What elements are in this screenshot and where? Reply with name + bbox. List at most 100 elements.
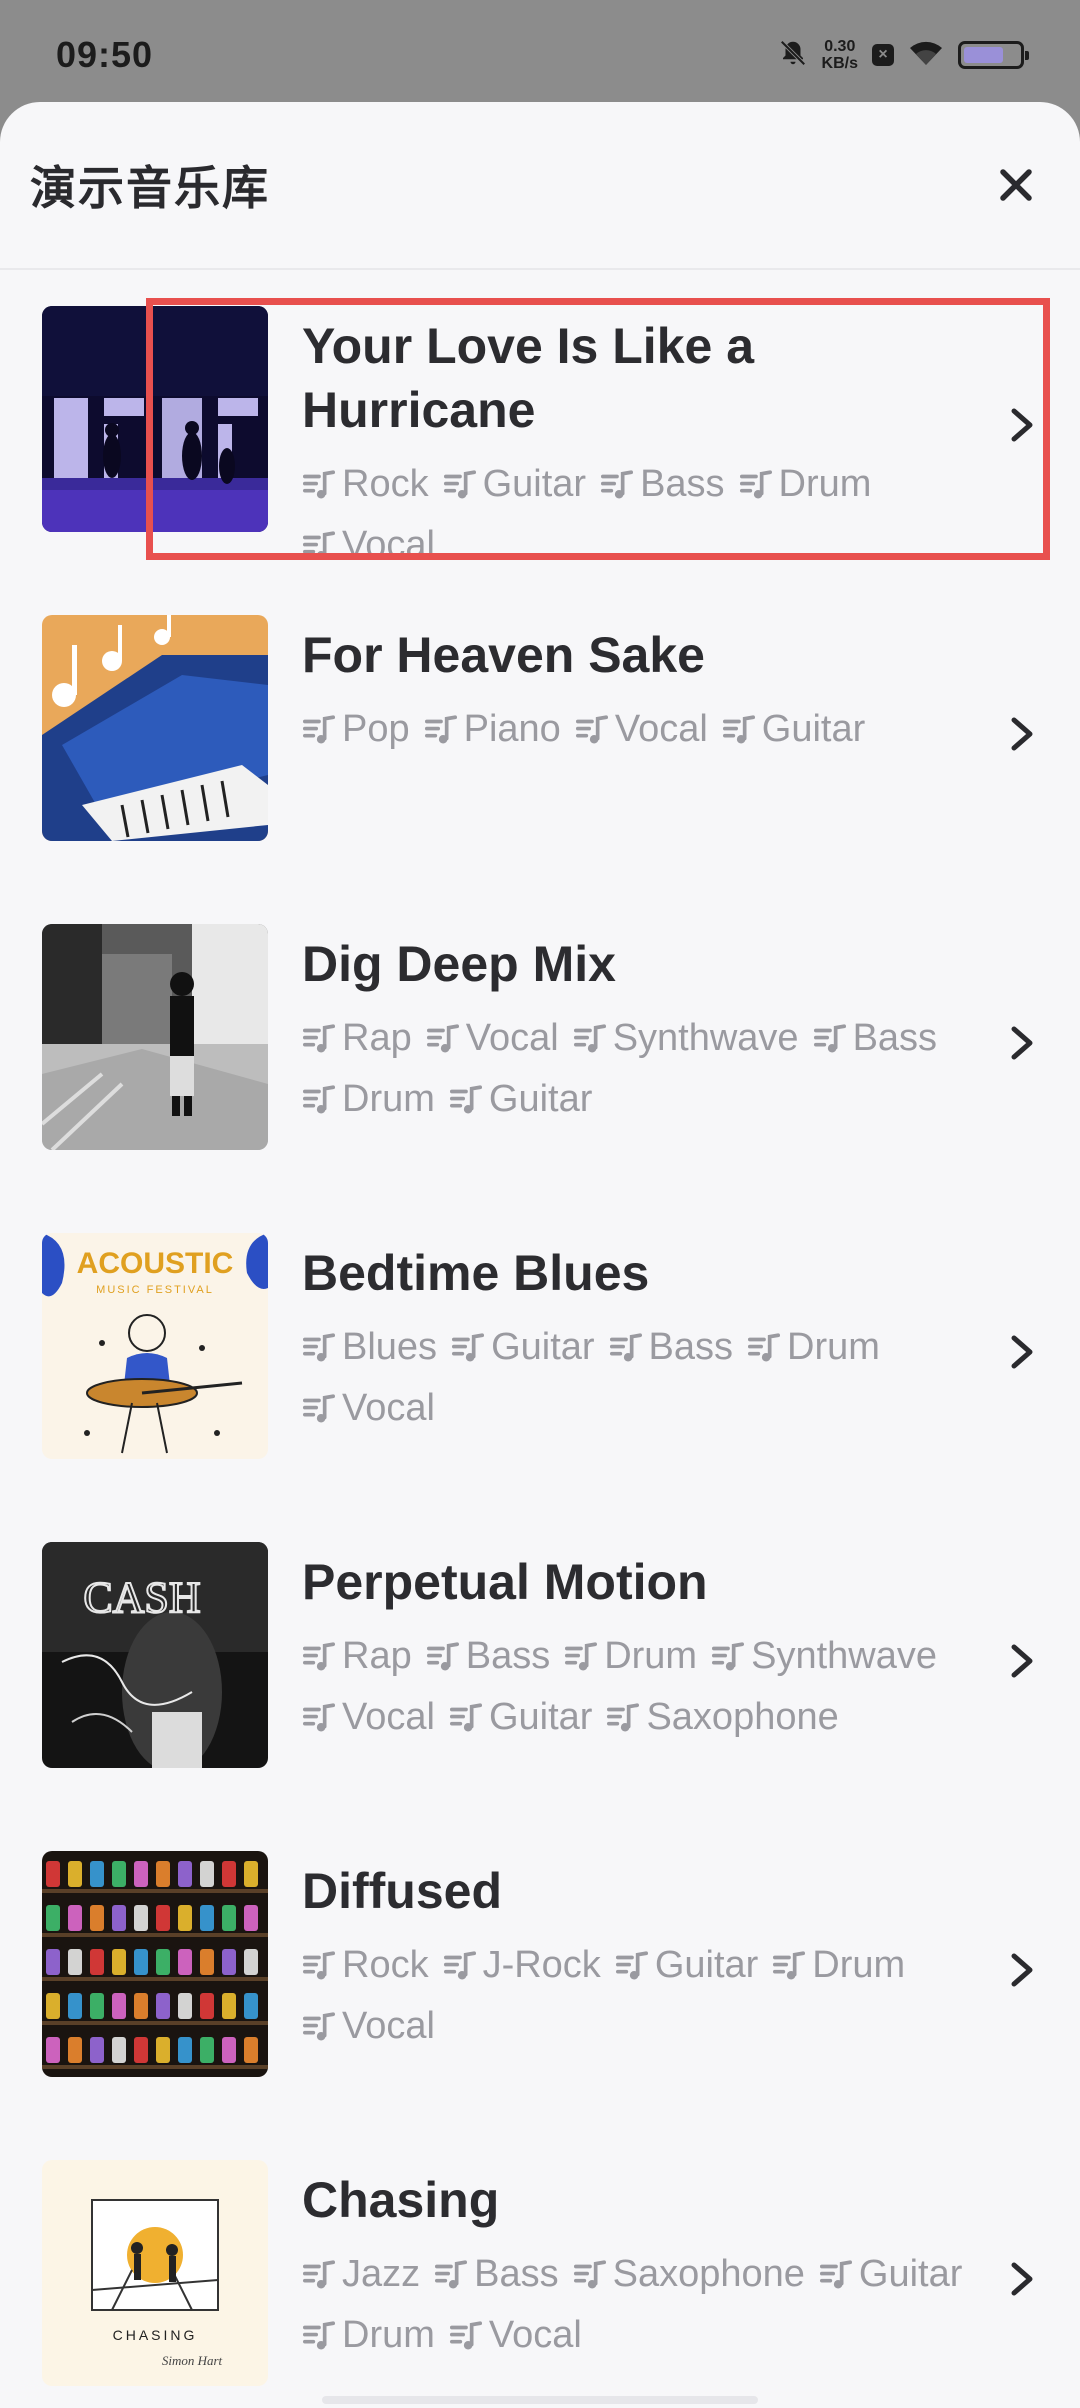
song-tag-label: Drum (778, 463, 872, 505)
song-title: Perpetual Motion (302, 1554, 708, 1610)
music-note-list-icon (573, 1022, 613, 1056)
song-list-item[interactable]: For Heaven Sake Pop Piano Vocal Guitar (0, 579, 1080, 888)
song-list-item[interactable]: CASH Perpetual Motion Rap Bass Drum Synthwav… (0, 1506, 1080, 1815)
song-tags: Rap Bass Drum Synthwave Vocal Guitar Saxophone (302, 1626, 982, 1748)
music-note-list-icon (302, 713, 342, 747)
song-list-item[interactable]: Dig Deep Mix Rap Vocal Synthwave Bass Drum Gui… (0, 888, 1080, 1197)
song-list-item[interactable]: Your Love Is Like a Hurricane Rock Guitar B… (0, 270, 1080, 579)
svg-text:MUSIC FESTIVAL: MUSIC FESTIVAL (96, 1284, 214, 1296)
song-tag-label: Vocal (342, 2005, 435, 2047)
song-cover-image (42, 924, 268, 1150)
music-note-list-icon (600, 468, 640, 502)
song-title: Dig Deep Mix (302, 936, 616, 992)
song-tag-label: Bass (852, 1017, 938, 1059)
song-tag-label: Pop (342, 708, 410, 750)
music-note-list-icon (302, 1022, 342, 1056)
svg-text:CASH: CASH (83, 1573, 200, 1622)
song-tag-label: Vocal (488, 2314, 582, 2356)
chevron-right-icon[interactable] (1002, 1950, 1042, 1990)
wifi-icon (908, 39, 944, 72)
song-tag: Rock (302, 454, 429, 515)
song-info: For Heaven Sake Pop Piano Vocal Guitar (302, 615, 982, 760)
music-note-list-icon (451, 1331, 491, 1365)
song-tag: Guitar (819, 2244, 962, 2305)
music-note-list-icon (426, 1640, 466, 1674)
song-tag-label: Jazz (342, 2253, 421, 2295)
song-tag: Guitar (451, 1317, 595, 1378)
song-list-item[interactable]: ACOUSTIC MUSIC FESTIVAL Bedtime Blues Blu… (0, 1197, 1080, 1506)
music-note-list-icon (772, 1949, 812, 1983)
song-cover-image (42, 615, 268, 841)
svg-text:Simon Hart: Simon Hart (162, 2353, 223, 2368)
song-tag: Drum (302, 1069, 435, 1130)
music-note-list-icon (302, 2319, 342, 2353)
status-bar: 09:50 0.30 KB/s × (0, 0, 1080, 110)
close-button[interactable] (986, 155, 1046, 215)
status-icons: 0.30 KB/s × (778, 38, 1029, 73)
song-tag: Pop (302, 699, 410, 760)
song-tag-label: Drum (342, 1078, 435, 1120)
chevron-right-icon[interactable] (1002, 714, 1042, 754)
music-note-list-icon (606, 1701, 646, 1735)
song-tag: Vocal (302, 1996, 435, 2057)
song-tag-label: Synthwave (612, 1017, 799, 1059)
chevron-right-icon[interactable] (1002, 1641, 1042, 1681)
song-tag: Guitar (443, 454, 586, 515)
song-title: Chasing (302, 2172, 500, 2228)
music-note-list-icon (302, 2010, 342, 2044)
song-tag: Guitar (449, 1687, 592, 1748)
song-tag-label: Guitar (488, 1078, 593, 1120)
song-tag-label: Rock (342, 463, 429, 505)
song-list: Your Love Is Like a Hurricane Rock Guitar B… (0, 270, 1080, 2408)
music-note-list-icon (615, 1949, 655, 1983)
chevron-right-icon[interactable] (1002, 405, 1042, 445)
music-note-list-icon (302, 1949, 342, 1983)
song-tag: Rock (302, 1935, 429, 1996)
song-tag: Saxophone (606, 1687, 839, 1748)
sheet-header: 演示音乐库 (0, 102, 1080, 270)
song-tag: Synthwave (711, 1626, 937, 1687)
song-title: Diffused (302, 1863, 502, 1919)
chevron-right-icon[interactable] (1002, 1332, 1042, 1372)
music-note-list-icon (426, 1022, 466, 1056)
song-tag: Vocal (302, 1687, 435, 1748)
music-note-list-icon (302, 1392, 342, 1426)
home-indicator[interactable] (322, 2396, 758, 2404)
song-tag-label: Guitar (858, 2253, 963, 2295)
close-icon (1000, 169, 1032, 201)
chevron-right-icon[interactable] (1002, 1023, 1042, 1063)
music-note-list-icon (449, 2319, 489, 2353)
song-tag-label: Drum (812, 1944, 906, 1986)
music-note-list-icon (449, 1083, 489, 1117)
music-note-list-icon (302, 2258, 342, 2292)
song-tag: Synthwave (573, 1008, 799, 1069)
music-note-list-icon (813, 1022, 853, 1056)
song-info: Diffused Rock J-Rock Guitar Drum Vocal (302, 1851, 982, 2057)
song-tag: Piano (424, 699, 561, 760)
song-tag: Bass (609, 1317, 733, 1378)
song-tag-label: Rap (342, 1017, 412, 1059)
song-list-item[interactable]: CHASING Simon Hart Chasing Jazz Bass Saxoph… (0, 2124, 1080, 2408)
music-note-list-icon (747, 1331, 787, 1365)
mute-bell-icon (778, 38, 808, 73)
song-tag-label: Vocal (342, 1696, 435, 1738)
song-tag-label: Bass (474, 2253, 559, 2295)
song-tag: J-Rock (443, 1935, 601, 1996)
song-tag-label: Saxophone (612, 2253, 805, 2295)
song-tags: Rock J-Rock Guitar Drum Vocal (302, 1935, 982, 2057)
song-tag-label: Vocal (342, 524, 435, 566)
song-info: Your Love Is Like a Hurricane Rock Guitar B… (302, 306, 982, 576)
music-note-list-icon (302, 1083, 342, 1117)
music-note-list-icon (609, 1331, 649, 1365)
song-tag-label: Drum (342, 2314, 435, 2356)
song-tag: Bass (426, 1626, 550, 1687)
song-tag-label: Saxophone (646, 1696, 839, 1738)
song-tag: Drum (772, 1935, 905, 1996)
music-note-list-icon (449, 1701, 489, 1735)
chevron-right-icon[interactable] (1002, 2259, 1042, 2299)
song-tag: Drum (564, 1626, 697, 1687)
song-tags: Jazz Bass Saxophone Guitar Drum Vocal (302, 2244, 982, 2366)
song-tags: Rock Guitar Bass Drum Vocal (302, 454, 982, 576)
song-list-item[interactable]: Diffused Rock J-Rock Guitar Drum Vocal (0, 1815, 1080, 2124)
song-tags: Blues Guitar Bass Drum Vocal (302, 1317, 982, 1439)
